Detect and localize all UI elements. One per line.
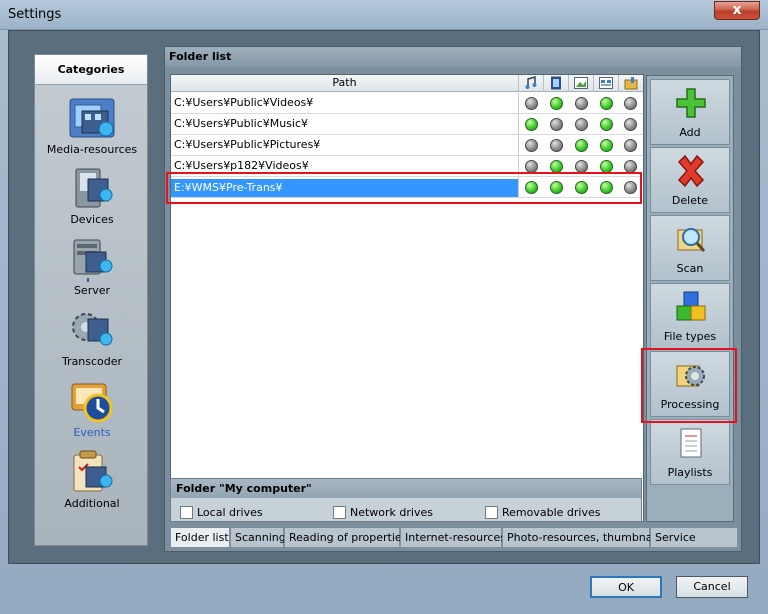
scan-label: Scan [676,262,704,275]
checkbox-label: Removable drives [502,506,601,519]
music-column-header[interactable] [519,75,544,92]
my-computer-title: Folder "My computer" [171,479,641,498]
additional-icon [73,450,113,492]
checkbox-box[interactable] [180,506,193,519]
delete-button[interactable]: Delete [650,147,730,213]
folder-column-header[interactable] [619,75,643,92]
category-server[interactable]: Server [35,232,149,302]
status-dot-video[interactable] [550,118,563,131]
server-icon [73,239,113,282]
status-dot-picture[interactable] [575,97,588,110]
add-label: Add [679,126,701,139]
tab-service[interactable]: Service [650,528,738,548]
video-icon [551,76,561,90]
checkbox-label: Network drives [350,506,433,519]
categories-panel: Categories Media-resources Devices Serve… [34,54,148,546]
scan-icon [677,228,706,252]
categories-header: Categories [35,55,147,85]
add-button[interactable]: Add [650,79,730,145]
category-label: Transcoder [61,355,123,368]
add-icon [676,88,706,118]
category-transcoder[interactable]: Transcoder [35,303,149,373]
settings-tabs: Folder list Scanning Reading of properti… [170,528,738,548]
scan-button[interactable]: Scan [650,215,730,281]
status-dot-web[interactable] [600,118,613,131]
table-row[interactable]: C:¥Users¥Public¥Music¥ [171,114,643,135]
picture-column-header[interactable] [569,75,594,92]
web-icon [599,77,613,89]
highlight-processing-button [641,348,737,423]
folder-list-title: Folder list [165,47,741,67]
video-column-header[interactable] [544,75,569,92]
folder-path: C:¥Users¥Public¥Pictures¥ [174,138,321,151]
tab-scanning[interactable]: Scanning [230,528,286,548]
category-events[interactable]: Events [35,374,149,444]
file-types-button[interactable]: File types [650,283,730,349]
media-resources-icon [69,98,115,138]
status-dot-music[interactable] [525,97,538,110]
table-row[interactable]: C:¥Users¥Public¥Videos¥ [171,93,643,114]
category-additional[interactable]: Additional [35,445,149,515]
status-dot-picture[interactable] [575,139,588,152]
status-dot-web[interactable] [600,97,613,110]
music-icon [525,76,537,89]
checkbox-box[interactable] [333,506,346,519]
status-dot-folder[interactable] [624,139,637,152]
category-label: Events [73,426,111,439]
file-types-icon [676,291,706,321]
transcoder-icon [72,313,113,346]
status-dot-picture[interactable] [575,118,588,131]
tab-photo-resources[interactable]: Photo-resources, thumbnails [502,528,664,548]
action-buttons-column: Add Delete Scan File types Processing Pl… [646,75,734,522]
highlight-selected-row [166,172,642,204]
window-title: Settings [8,7,62,22]
web-column-header[interactable] [594,75,619,92]
checkbox-box[interactable] [485,506,498,519]
delete-icon [677,154,705,188]
my-computer-group: Folder "My computer" Local drives Networ… [170,478,642,522]
status-dot-folder[interactable] [624,118,637,131]
folder-table[interactable]: Path C:¥Users¥Public¥Videos¥ C:¥Users¥Pu… [170,74,644,522]
tab-reading-of-properties[interactable]: Reading of properties [284,528,407,548]
playlists-button[interactable]: Playlists [650,419,730,485]
tab-folder-list[interactable]: Folder list [170,528,230,548]
category-label: Devices [70,213,114,226]
ok-button[interactable]: OK [590,576,662,598]
folder-icon [624,77,638,90]
status-dot-folder[interactable] [624,97,637,110]
playlists-icon [680,428,702,458]
table-row[interactable]: C:¥Users¥Public¥Pictures¥ [171,135,643,156]
status-dot-music[interactable] [525,118,538,131]
devices-icon [75,168,113,208]
status-dot-music[interactable] [525,139,538,152]
category-label: Server [73,284,111,297]
title-bar: Settings [0,0,768,30]
close-button[interactable]: x [714,1,760,20]
folder-path: C:¥Users¥Public¥Videos¥ [174,96,314,109]
file-types-label: File types [663,330,717,343]
folder-path: C:¥Users¥Public¥Music¥ [174,117,309,130]
category-media-resources[interactable]: Media-resources [35,91,149,161]
events-icon [71,383,113,423]
picture-icon [574,77,588,89]
category-label: Media-resources [46,143,138,156]
status-dot-web[interactable] [600,139,613,152]
status-dot-video[interactable] [550,97,563,110]
cancel-button[interactable]: Cancel [676,576,748,598]
category-label: Additional [64,497,120,510]
delete-label: Delete [671,194,709,207]
status-dot-video[interactable] [550,139,563,152]
checkbox-label: Local drives [197,506,263,519]
table-header: Path [171,75,643,92]
path-column-header[interactable]: Path [171,75,519,92]
tab-internet-resources[interactable]: Internet-resources [400,528,506,548]
category-devices[interactable]: Devices [35,161,149,231]
playlists-label: Playlists [667,466,713,479]
